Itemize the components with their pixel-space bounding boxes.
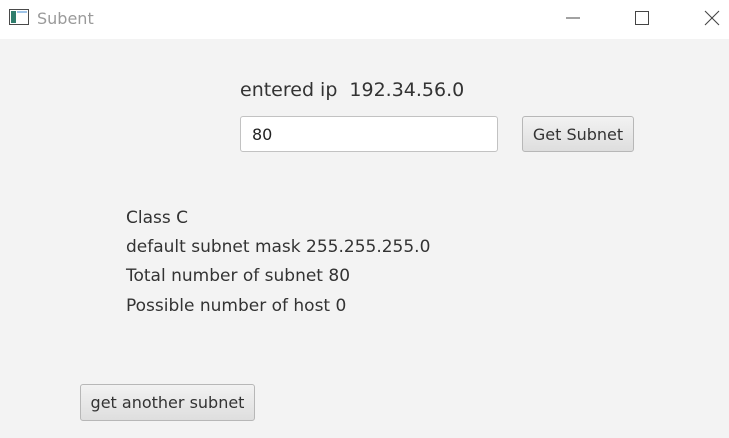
entered-ip-value: 192.34.56.0 [349, 79, 465, 101]
window-title: Subent [37, 9, 94, 28]
subnet-count-input[interactable] [240, 116, 498, 152]
subnet-mask-result: default subnet mask 255.255.255.0 [126, 237, 431, 257]
entered-ip-row: entered ip 192.34.56.0 [240, 77, 464, 103]
possible-hosts-result: Possible number of host 0 [126, 296, 347, 316]
entered-ip-label: entered ip [240, 79, 338, 101]
minimize-button[interactable] [550, 0, 596, 36]
class-result: Class C [126, 208, 188, 228]
close-icon [704, 10, 720, 26]
get-subnet-button[interactable]: Get Subnet [522, 116, 634, 152]
app-window: Subent entered ip192.34.56.0 Get Subnet … [0, 0, 729, 438]
minimize-icon [566, 17, 580, 19]
maximize-icon [635, 11, 649, 25]
maximize-button[interactable] [619, 0, 665, 36]
app-window-icon [9, 9, 29, 25]
title-bar[interactable]: Subent [0, 0, 729, 39]
close-button[interactable] [689, 0, 729, 36]
total-subnets-result: Total number of subnet 80 [126, 266, 351, 286]
get-another-subnet-button[interactable]: get another subnet [80, 384, 255, 421]
